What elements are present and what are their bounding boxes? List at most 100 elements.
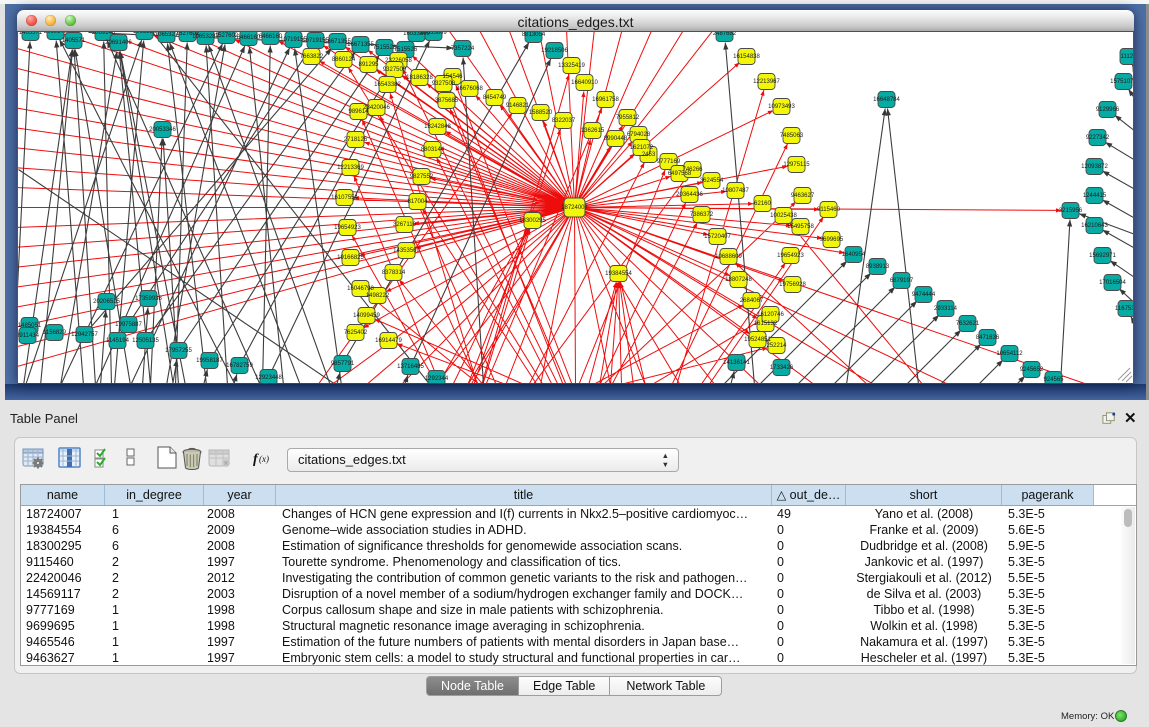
svg-text:9699695: 9699695 <box>820 237 844 243</box>
svg-text:9146821: 9146821 <box>506 103 530 109</box>
svg-text:12093872: 12093872 <box>1081 164 1108 170</box>
svg-text:2453: 2453 <box>642 152 656 158</box>
svg-text:10973493: 10973493 <box>768 104 795 110</box>
svg-text:2718126: 2718126 <box>344 137 368 143</box>
svg-text:14136141: 14136141 <box>723 360 750 366</box>
svg-text:9857791: 9857791 <box>331 361 355 367</box>
svg-text:23226058: 23226058 <box>385 58 412 64</box>
svg-text:7663822: 7663822 <box>300 54 324 60</box>
svg-text:1640954: 1640954 <box>842 252 866 258</box>
svg-text:16210643: 16210643 <box>1081 223 1108 229</box>
svg-text:10025438: 10025438 <box>770 213 797 219</box>
svg-text:17359938: 17359938 <box>135 296 162 302</box>
svg-text:1156829: 1156829 <box>43 330 67 336</box>
svg-text:3267110: 3267110 <box>393 222 417 228</box>
svg-text:1485051: 1485051 <box>18 323 42 329</box>
svg-text:6794028: 6794028 <box>627 132 651 138</box>
svg-text:16961758: 16961758 <box>592 97 619 103</box>
svg-text:8378314: 8378314 <box>382 270 406 276</box>
svg-text:9777169: 9777169 <box>657 159 681 165</box>
svg-text:15495758: 15495758 <box>787 224 814 230</box>
svg-text:16914479: 16914479 <box>375 338 402 344</box>
svg-text:10807487: 10807487 <box>722 188 749 194</box>
svg-text:62160: 62160 <box>754 201 771 207</box>
svg-text:20206515: 20206515 <box>93 299 120 305</box>
svg-text:2684067: 2684067 <box>740 298 764 304</box>
svg-text:9327509: 9327509 <box>383 67 407 73</box>
svg-text:1292344: 1292344 <box>425 376 449 382</box>
svg-text:19218506: 19218506 <box>541 48 568 54</box>
svg-text:13325419: 13325419 <box>558 63 585 69</box>
svg-text:1244415: 1244415 <box>1083 193 1107 199</box>
svg-text:12213369: 12213369 <box>337 165 364 171</box>
svg-text:7625402: 7625402 <box>344 330 368 336</box>
svg-text:13716485: 13716485 <box>397 364 424 370</box>
svg-text:7515526: 7515526 <box>394 47 418 53</box>
svg-text:9245652: 9245652 <box>1020 367 1044 373</box>
svg-text:3624554: 3624554 <box>700 178 724 184</box>
svg-text:26676068: 26676068 <box>456 86 483 92</box>
svg-text:12942757: 12942757 <box>71 332 98 338</box>
svg-text:15720407: 15720407 <box>704 234 731 240</box>
svg-text:8990448: 8990448 <box>604 136 628 142</box>
svg-text:7632621: 7632621 <box>956 321 980 327</box>
svg-text:19958187: 19958187 <box>196 358 223 364</box>
svg-text:17957255: 17957255 <box>165 348 192 354</box>
svg-text:19975887: 19975887 <box>115 322 142 328</box>
svg-text:15692971: 15692971 <box>1089 253 1116 259</box>
svg-text:10688609: 10688609 <box>715 254 742 260</box>
svg-text:18186328: 18186328 <box>406 75 433 81</box>
svg-text:9474444: 9474444 <box>912 292 936 298</box>
svg-text:18807248: 18807248 <box>725 277 752 283</box>
svg-text:1405571: 1405571 <box>62 38 86 44</box>
svg-text:1615132: 1615132 <box>754 321 778 327</box>
svg-text:1527602: 1527602 <box>215 33 239 39</box>
svg-text:1733426: 1733426 <box>770 365 794 371</box>
svg-text:8813054: 8813054 <box>522 32 546 38</box>
svg-text:12923448: 12923448 <box>255 375 282 381</box>
svg-text:7386372: 7386372 <box>690 212 714 218</box>
svg-text:14353569: 14353569 <box>393 248 420 254</box>
svg-text:8471636: 8471636 <box>976 335 1000 341</box>
svg-text:6879197: 6879197 <box>890 278 914 284</box>
svg-text:16648784: 16648784 <box>873 97 900 103</box>
svg-text:8938913: 8938913 <box>866 264 890 270</box>
svg-text:9129966: 9129966 <box>1096 107 1120 113</box>
svg-text:924565: 924565 <box>1043 377 1064 383</box>
svg-text:18242848: 18242848 <box>424 124 451 130</box>
svg-text:16640910: 16640910 <box>571 80 598 86</box>
svg-text:17016504: 17016504 <box>1099 280 1126 286</box>
svg-text:19654923: 19654923 <box>777 253 804 259</box>
svg-text:18300295: 18300295 <box>519 218 546 224</box>
svg-text:8803144: 8803144 <box>421 147 445 153</box>
svg-text:10654112: 10654112 <box>996 351 1023 357</box>
svg-text:16782759: 16782759 <box>226 363 253 369</box>
svg-text:252214: 252214 <box>766 343 787 349</box>
svg-text:7485063: 7485063 <box>780 133 804 139</box>
svg-text:20691406: 20691406 <box>105 40 132 46</box>
svg-text:11123: 11123 <box>1121 54 1134 60</box>
svg-text:154546: 154546 <box>442 74 463 80</box>
svg-text:1621072: 1621072 <box>630 145 654 151</box>
svg-text:16107554: 16107554 <box>331 195 358 201</box>
svg-text:12975115: 12975115 <box>783 162 810 168</box>
svg-text:15751074: 15751074 <box>1110 79 1134 85</box>
svg-text:19654923: 19654923 <box>334 225 361 231</box>
svg-text:3911434: 3911434 <box>18 333 40 339</box>
svg-text:9327508: 9327508 <box>432 81 456 87</box>
svg-text:16120746: 16120746 <box>757 312 784 318</box>
svg-text:3215956: 3215956 <box>1059 208 1083 214</box>
svg-text:7955812: 7955812 <box>616 115 640 121</box>
svg-text:1498222: 1498222 <box>366 293 390 299</box>
svg-text:746266: 746266 <box>682 167 703 173</box>
svg-text:16046798: 16046798 <box>347 286 374 292</box>
svg-text:19384554: 19384554 <box>605 271 632 277</box>
svg-text:8860124: 8860124 <box>332 57 356 63</box>
svg-text:12505135: 12505135 <box>132 338 159 344</box>
svg-text:(x): (x) <box>259 454 269 464</box>
svg-text:16154838: 16154838 <box>733 54 760 60</box>
svg-text:12213967: 12213967 <box>753 79 780 85</box>
svg-text:9463627: 9463627 <box>791 193 815 199</box>
svg-text:8322037: 8322037 <box>552 118 576 124</box>
svg-text:6466160: 6466160 <box>237 35 261 41</box>
